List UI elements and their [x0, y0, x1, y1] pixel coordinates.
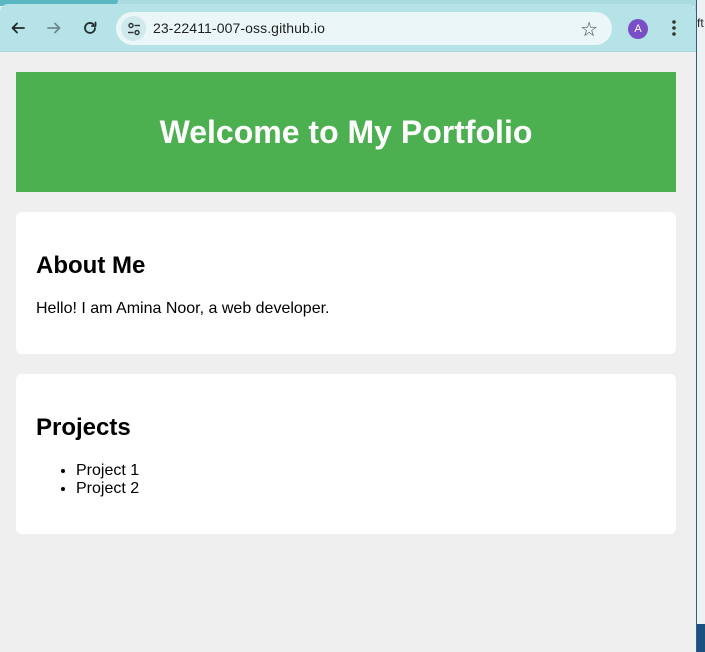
projects-list: Project 1 Project 2: [76, 462, 139, 498]
projects-section: Projects Project 1 Project 2: [16, 374, 676, 534]
projects-heading: Projects: [36, 414, 131, 441]
taskbar-edge: [697, 624, 705, 652]
desktop-edge-text: ft: [697, 16, 704, 30]
forward-button[interactable]: [42, 16, 66, 40]
project-item: Project 1: [76, 462, 139, 480]
reload-button[interactable]: [78, 16, 102, 40]
about-text: Hello! I am Amina Noor, a web developer.: [36, 300, 330, 317]
back-arrow-icon: [11, 22, 25, 34]
kebab-menu-icon: [672, 20, 676, 36]
page-viewport: Welcome to My Portfolio About Me Hello! …: [0, 52, 696, 652]
forward-arrow-icon: [47, 22, 61, 34]
profile-avatar[interactable]: A: [628, 19, 648, 39]
tune-icon: [127, 22, 140, 35]
site-info-button[interactable]: [121, 16, 146, 41]
banner-title: Welcome to My Portfolio: [159, 113, 533, 150]
url-text[interactable]: 23-22411-007-oss.github.io: [153, 20, 325, 36]
reload-icon: [84, 21, 97, 34]
bookmark-star-icon[interactable]: ☆: [580, 17, 598, 42]
browser-menu-button[interactable]: [664, 16, 684, 40]
project-item: Project 2: [76, 480, 139, 498]
address-bar[interactable]: 23-22411-007-oss.github.io ☆: [116, 12, 612, 45]
desktop-background: [697, 0, 705, 652]
portfolio-banner: Welcome to My Portfolio: [16, 72, 676, 192]
back-button[interactable]: [6, 16, 30, 40]
about-heading: About Me: [36, 252, 146, 279]
about-section: About Me Hello! I am Amina Noor, a web d…: [16, 212, 676, 354]
browser-toolbar: 23-22411-007-oss.github.io ☆ A: [0, 4, 696, 52]
browser-window: 23-22411-007-oss.github.io ☆ A Welcome t…: [0, 0, 696, 652]
